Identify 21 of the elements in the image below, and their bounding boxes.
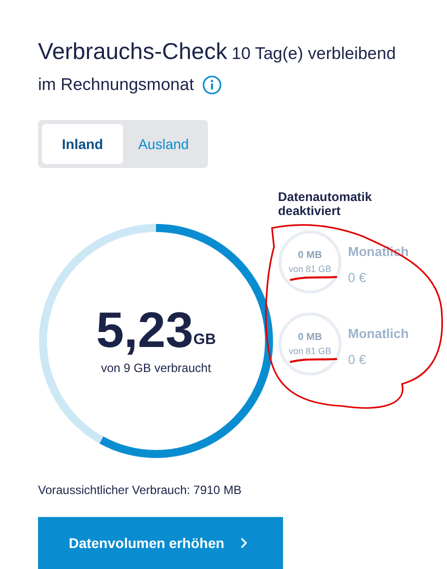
increase-data-button[interactable]: Datenvolumen erhöhen [38,517,283,569]
pack-period: Monatlich [348,325,409,343]
tab[interactable]: Inland [42,124,123,164]
tab[interactable]: Ausland [123,124,204,164]
info-icon[interactable] [202,75,222,95]
remaining-days: 10 Tag(e) verbleibend [232,44,396,63]
pack-price: 0 € [348,350,368,368]
billing-period: im Rechnungsmonat [38,74,194,96]
page-title: Verbrauchs-Check [38,38,228,64]
pack-limit: von 81 GB [288,344,332,358]
pack-ring [278,312,342,376]
pack-amount: 0 MB [298,330,322,345]
usage-caption: von 9 GB verbraucht [100,360,212,377]
pack-limit: von 81 GB [288,262,332,276]
automatic-heading: Datenautomatik deaktiviert [278,190,373,218]
pack-price: 0 € [348,268,368,286]
pack-amount: 0 MB [298,248,322,263]
usage-amount: 5,23 [96,305,194,355]
forecast-text: Voraussichtlicher Verbrauch: 7910 MB [38,482,242,499]
usage-unit: GB [193,330,216,350]
pack-ring [278,230,342,294]
